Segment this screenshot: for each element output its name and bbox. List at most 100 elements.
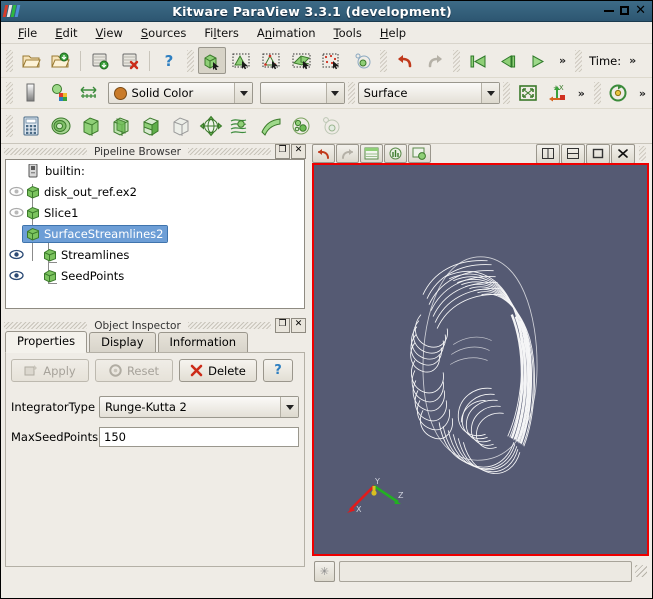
time-toolbar-grip[interactable] [575, 49, 583, 72]
abort-button[interactable]: ✳ [314, 560, 335, 582]
scalar-bar-icon[interactable] [75, 80, 102, 107]
camera-undo-toolbar-grip[interactable] [593, 82, 601, 104]
camera-overflow-button[interactable]: » [572, 87, 591, 100]
menu-filters[interactable]: Filters [195, 24, 248, 42]
maximize-icon[interactable] [620, 5, 630, 17]
maximize-view-icon[interactable] [586, 143, 610, 164]
vcr-toolbar-grip[interactable] [453, 49, 460, 72]
chevron-down-icon[interactable] [481, 83, 500, 103]
vcr-overflow-button[interactable]: » [553, 54, 572, 67]
object-inspector-float-button[interactable]: ❐ [275, 318, 291, 333]
select-points-through-icon[interactable] [258, 47, 286, 74]
pipeline-browser-close-button[interactable]: ✕ [291, 144, 307, 159]
zoom-to-data-icon[interactable] [514, 80, 541, 107]
menu-tools[interactable]: Tools [325, 24, 371, 42]
pipeline-item-streamlines[interactable]: Streamlines [6, 244, 304, 265]
menu-edit[interactable]: Edit [46, 24, 86, 42]
clip-icon[interactable] [77, 113, 105, 140]
undo-icon[interactable] [391, 47, 419, 74]
slice-icon[interactable] [107, 113, 135, 140]
camera-undo-icon[interactable] [312, 144, 335, 163]
save-data-icon[interactable] [86, 47, 114, 74]
extract-level-icon[interactable] [317, 113, 345, 140]
threshold-icon[interactable] [137, 113, 165, 140]
representation-toolbar-grip[interactable] [347, 82, 355, 104]
select-points-icon[interactable] [228, 47, 256, 74]
render-view-icon[interactable] [408, 144, 431, 163]
pipeline-item-disk-out-ref[interactable]: disk_out_ref.ex2 [6, 181, 304, 202]
selection-toolbar-grip[interactable] [187, 49, 194, 72]
chevron-down-icon[interactable] [234, 83, 253, 103]
reset-button[interactable]: Reset [95, 359, 173, 382]
pipeline-item-seedpoints[interactable]: SeedPoints [6, 265, 304, 286]
filters-toolbar-grip[interactable] [6, 115, 13, 137]
split-horizontal-icon[interactable] [536, 143, 560, 164]
select-frustum-icon[interactable] [318, 47, 346, 74]
select-blocks-icon[interactable] [348, 47, 376, 74]
spreadsheet-view-icon[interactable] [360, 144, 383, 163]
chevron-down-icon[interactable] [280, 397, 298, 417]
apply-button[interactable]: Apply [11, 359, 89, 382]
select-cells-icon[interactable] [198, 47, 226, 74]
resize-grip[interactable] [635, 565, 647, 577]
play-icon[interactable] [524, 47, 552, 74]
first-frame-icon[interactable] [464, 47, 492, 74]
time-overflow-button[interactable]: » [623, 54, 642, 67]
histogram-view-icon[interactable] [384, 144, 407, 163]
array-component-combo[interactable] [260, 82, 345, 104]
representation-combo[interactable]: Surface [357, 82, 501, 104]
menu-file[interactable]: File [9, 24, 46, 42]
visibility-eye-icon[interactable] [9, 248, 24, 261]
extract-subset-icon[interactable] [167, 113, 195, 140]
tab-properties[interactable]: Properties [5, 331, 88, 353]
color-scale-icon[interactable] [17, 80, 44, 107]
render-view-canvas[interactable]: X Y Z [312, 163, 649, 556]
color-by-combo[interactable]: Solid Color [107, 82, 254, 104]
close-icon[interactable]: ✕ [635, 4, 646, 17]
object-inspector-close-button[interactable]: ✕ [291, 318, 307, 333]
camera-undo-overflow-button[interactable]: » [633, 87, 652, 100]
camera-redo-icon[interactable] [336, 144, 359, 163]
group-datasets-icon[interactable] [287, 113, 315, 140]
camera-undo-icon[interactable] [605, 80, 632, 107]
max-seed-points-input[interactable]: 150 [99, 427, 299, 447]
redo-icon[interactable] [421, 47, 449, 74]
pipeline-browser-float-button[interactable]: ❐ [275, 144, 291, 159]
render-view-toolbar-grip[interactable] [639, 146, 646, 161]
stream-tracer-icon[interactable] [227, 113, 255, 140]
pipeline-item-slice1[interactable]: Slice1 [6, 202, 304, 223]
menu-view[interactable]: View [87, 24, 132, 42]
menu-animation[interactable]: Animation [248, 24, 325, 42]
split-vertical-icon[interactable] [561, 143, 585, 164]
visibility-eye-icon[interactable] [9, 269, 24, 282]
previous-frame-icon[interactable] [494, 47, 522, 74]
pipeline-browser-list[interactable]: builtin: disk_out_ref.ex2 Slice1 Surface… [5, 159, 305, 309]
minimize-icon[interactable] [604, 6, 615, 16]
camera-toolbar-grip[interactable] [503, 82, 511, 104]
open-file-icon[interactable] [17, 47, 45, 74]
tab-display[interactable]: Display [89, 332, 156, 352]
pipeline-item-builtin[interactable]: builtin: [6, 160, 304, 181]
visibility-eye-icon[interactable] [9, 185, 24, 198]
contour-icon[interactable] [47, 113, 75, 140]
tab-information[interactable]: Information [157, 332, 249, 352]
close-view-icon[interactable] [611, 143, 635, 164]
display-toolbar-grip[interactable] [6, 82, 13, 104]
delete-button[interactable]: Delete [179, 359, 257, 382]
select-surface-cells-icon[interactable] [288, 47, 316, 74]
help-button[interactable]: ? [263, 359, 293, 382]
change-center-axes-icon[interactable]: +X [543, 80, 570, 107]
rescale-range-icon[interactable] [46, 80, 73, 107]
visibility-eye-icon[interactable] [9, 206, 24, 219]
delete-data-icon[interactable] [116, 47, 144, 74]
toolbar-grip[interactable] [6, 49, 13, 72]
undo-toolbar-grip[interactable] [380, 49, 387, 72]
menu-help[interactable]: Help [371, 24, 415, 42]
glyph-icon[interactable] [197, 113, 225, 140]
open-recent-icon[interactable] [47, 47, 75, 74]
help-icon[interactable]: ? [155, 47, 183, 74]
warp-icon[interactable] [257, 113, 285, 140]
chevron-down-icon[interactable] [325, 83, 344, 103]
pipeline-item-surfacestreamlines2[interactable]: SurfaceStreamlines2 [6, 223, 304, 244]
calculator-icon[interactable] [17, 113, 45, 140]
